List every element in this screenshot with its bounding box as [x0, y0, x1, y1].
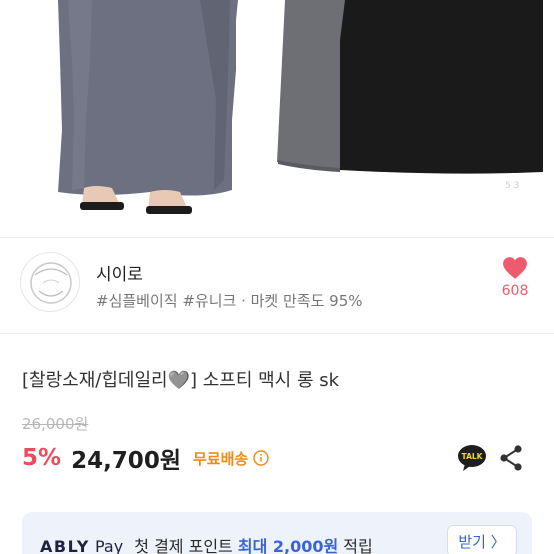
info-icon[interactable]: [253, 450, 269, 466]
seller-logo-graphic: [30, 262, 72, 304]
banner-highlight: 최대 2,000원: [237, 537, 339, 554]
kakaotalk-button[interactable]: TALK: [457, 443, 487, 473]
discount-rate: 5%: [22, 445, 62, 471]
seller-logo[interactable]: [20, 252, 80, 312]
price-row: 5% 24,700원 무료배송: [22, 441, 269, 475]
receive-button[interactable]: 받기 〉: [447, 525, 517, 554]
svg-text:5 3: 5 3: [505, 181, 519, 191]
kakaotalk-icon: TALK: [458, 445, 486, 471]
seller-name[interactable]: 시이로: [96, 260, 143, 285]
product-title: [찰랑소재/힙데일리🩶] 소프티 맥시 롱 sk: [22, 370, 340, 391]
heart-icon: [503, 257, 527, 279]
product-photo: 5 3: [0, 0, 554, 237]
sale-price: 24,700원: [71, 448, 181, 474]
svg-text:TALK: TALK: [462, 452, 484, 461]
free-shipping-label: 무료배송: [192, 449, 249, 468]
share-button[interactable]: [497, 443, 525, 473]
ably-pay-banner[interactable]: ABLY Pay 첫 결제 포인트 최대 2,000원 적립 받기 〉: [22, 512, 532, 554]
product-image[interactable]: 5 3: [0, 0, 554, 237]
divider: [0, 333, 554, 334]
banner-text-before: 첫 결제 포인트: [134, 537, 238, 554]
banner-text: ABLY Pay 첫 결제 포인트 최대 2,000원 적립: [40, 533, 373, 554]
original-price: 26,000원: [22, 415, 89, 433]
banner-text-after: 적립: [338, 537, 373, 554]
like-count: 608: [501, 283, 529, 299]
ably-brand: ABLY: [40, 537, 90, 554]
like-button[interactable]: 608: [494, 256, 536, 308]
seller-tags: #심플베이직 #유니크 · 마켓 만족도 95%: [96, 292, 363, 310]
pay-label: Pay: [94, 537, 124, 554]
seller-section[interactable]: 시이로 #심플베이직 #유니크 · 마켓 만족도 95% 608: [0, 238, 554, 333]
share-icon: [500, 445, 522, 471]
